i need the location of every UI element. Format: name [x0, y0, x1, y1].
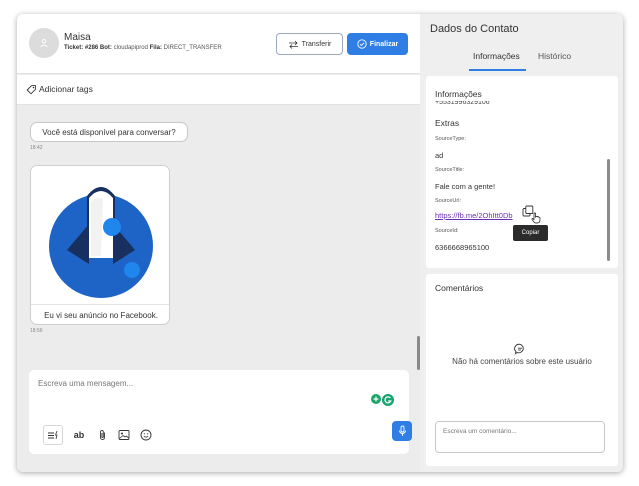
extension-icons	[371, 394, 394, 406]
contact-panel: Dados do Contato Informações Histórico I…	[420, 14, 623, 472]
list-bolt-icon	[48, 430, 58, 439]
attach-button[interactable]	[95, 428, 109, 442]
phone-value: +5531996329106	[435, 99, 490, 106]
user-icon	[40, 38, 48, 48]
image-icon	[118, 430, 130, 440]
queue-label: Fila:	[149, 45, 162, 51]
grammar-icon[interactable]	[382, 394, 394, 406]
emoji-button[interactable]	[139, 428, 153, 442]
tag-icon	[26, 85, 36, 95]
paperclip-icon	[99, 430, 105, 440]
add-tags-label: Adicionar tags	[39, 84, 93, 94]
field-key: SourceId:	[435, 228, 459, 234]
info-card: Informações +5531996329106 Extras Source…	[426, 76, 618, 268]
composer-toolbar: ab	[43, 425, 153, 445]
comment-placeholder: Escreva um comentário...	[443, 428, 517, 435]
extras-title: Extras	[435, 118, 460, 128]
field-key: SourceTitle:	[435, 167, 465, 173]
finalize-label: Finalizar	[369, 40, 399, 48]
transfer-button[interactable]: Transferir	[276, 33, 343, 55]
tab-informacoes[interactable]: Informações	[473, 51, 520, 61]
check-circle-icon	[357, 39, 367, 49]
image-caption-text: Eu vi seu anúncio no Facebook.	[44, 311, 158, 320]
bot-value: cloudapiprod	[113, 45, 148, 51]
contact-panel-title: Dados do Contato	[430, 23, 519, 35]
record-audio-button[interactable]	[392, 421, 412, 441]
transfer-label: Transferir	[301, 40, 332, 48]
field-key: SourceType:	[435, 136, 466, 142]
message-bubble: Você está disponível para conversar?	[30, 122, 188, 142]
message-time: 18:42	[30, 145, 43, 151]
image-caption: Eu vi seu anúncio no Facebook.	[31, 304, 169, 324]
image-message[interactable]: Eu vi seu anúncio no Facebook.	[30, 165, 170, 325]
chat-bubble-icon	[514, 343, 524, 355]
ticket-info: Ticket: #286 Bot: cloudapiprod Fila: DIR…	[64, 45, 222, 51]
ticket-number: Ticket: #286	[64, 45, 99, 51]
tab-historico[interactable]: Histórico	[538, 51, 571, 61]
microphone-icon	[398, 425, 406, 436]
field-key: SourceUrl:	[435, 198, 461, 204]
chat-header: Maisa Ticket: #286 Bot: cloudapiprod Fil…	[17, 14, 420, 74]
bot-label: Bot:	[99, 45, 112, 51]
comments-title: Comentários	[435, 283, 484, 293]
message-composer: Escreva uma mensagem... ab	[29, 370, 412, 454]
text-format-button[interactable]: ab	[71, 428, 87, 442]
field-value: 636666896510​0	[435, 243, 490, 252]
image-button[interactable]	[117, 428, 131, 442]
avatar[interactable]	[29, 28, 59, 58]
message-input[interactable]: Escreva uma mensagem...	[38, 379, 133, 388]
source-url-link[interactable]: https://fb.me/2OhItt0Db	[435, 211, 513, 220]
comment-input[interactable]: Escreva um comentário...	[435, 421, 605, 453]
comments-empty-text: Não há comentários sobre este usuário	[452, 357, 592, 366]
contact-name: Maisa	[64, 32, 91, 43]
arrows-swap-icon	[288, 40, 298, 49]
field-value: Fale com a gente!	[435, 182, 496, 191]
info-section-title: Informações	[435, 89, 482, 99]
queue-value: DIRECT_TRANSFER	[163, 45, 222, 51]
message-time: 18:56	[30, 328, 43, 334]
hand-cursor-icon	[531, 212, 541, 224]
copy-tooltip: Copiar	[513, 225, 548, 241]
info-scrollbar[interactable]	[607, 159, 610, 261]
finalize-button[interactable]: Finalizar	[347, 33, 408, 55]
smiley-icon	[140, 429, 152, 441]
comments-card: Comentários Não há comentários sobre est…	[426, 274, 618, 466]
message-text: Você está disponível para conversar?	[42, 127, 176, 137]
field-value: ad	[435, 151, 444, 160]
quick-replies-button[interactable]	[43, 425, 63, 445]
ad-image	[31, 166, 169, 304]
app-window: Maisa Ticket: #286 Bot: cloudapiprod Fil…	[17, 14, 623, 472]
chat-panel: Maisa Ticket: #286 Bot: cloudapiprod Fil…	[17, 14, 420, 472]
green-plus-icon[interactable]	[371, 394, 381, 404]
rocket-icon	[49, 187, 153, 298]
add-tags-bar[interactable]: Adicionar tags	[17, 75, 420, 105]
active-tab-indicator	[469, 69, 526, 71]
